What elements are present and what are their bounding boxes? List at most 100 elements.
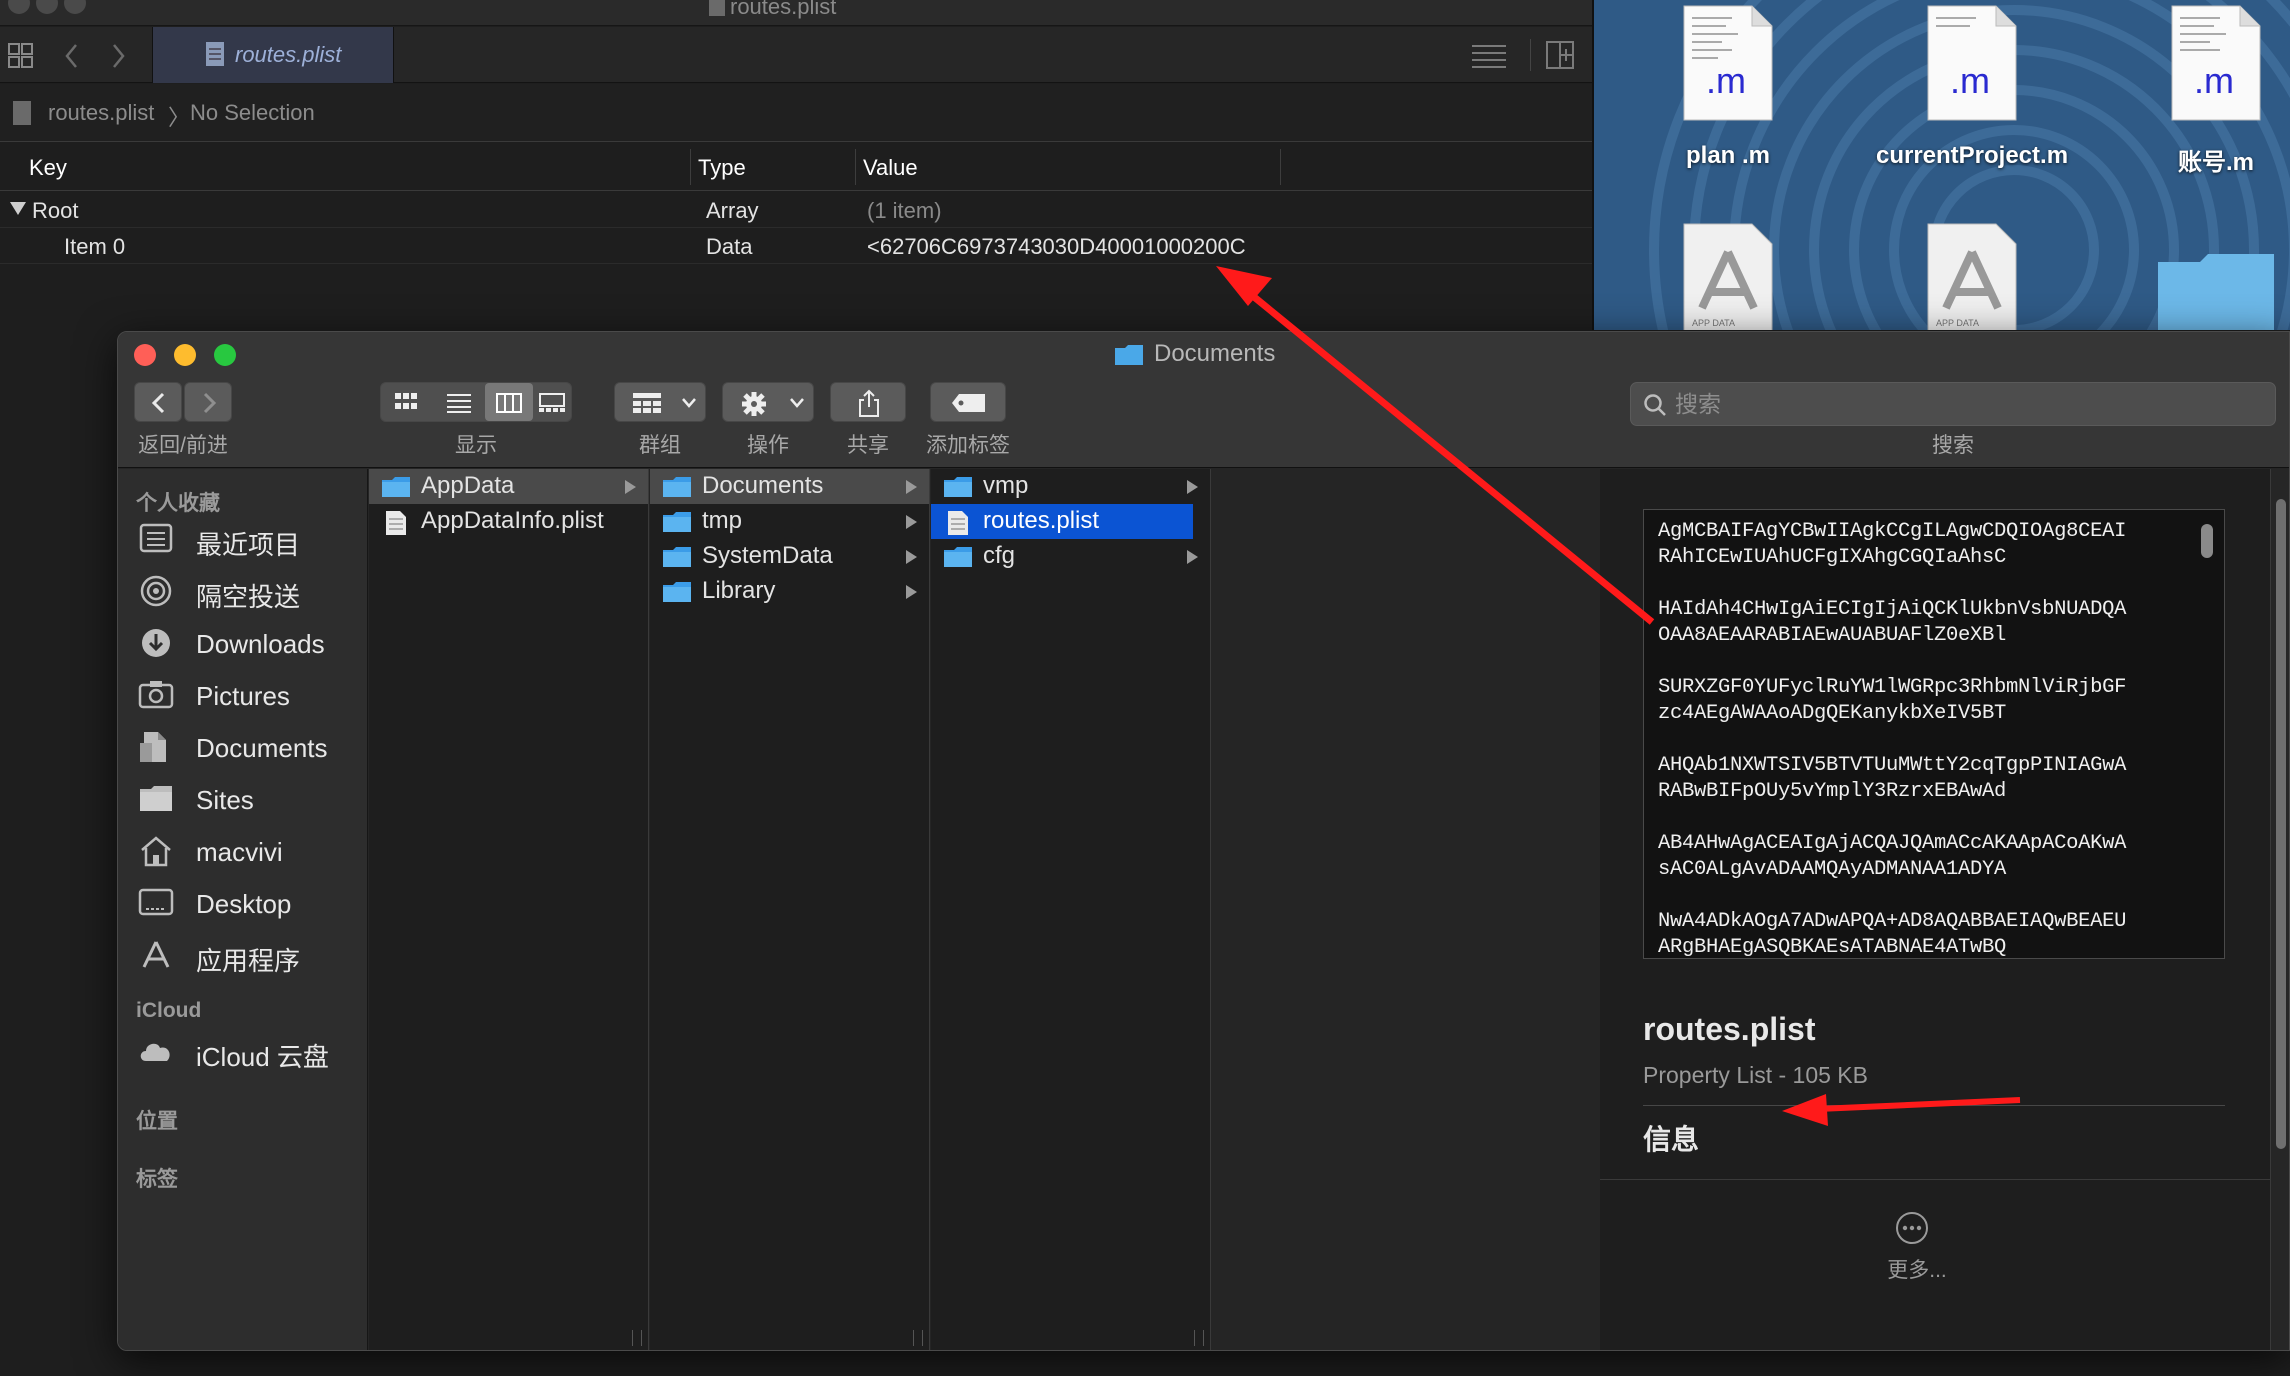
more-label[interactable]: 更多...: [1862, 1254, 1972, 1284]
tab-routes-plist[interactable]: routes.plist: [152, 27, 394, 83]
jump-file[interactable]: routes.plist: [48, 100, 154, 126]
desktop-file-account[interactable]: .m: [2170, 4, 2262, 122]
sidebar-item-recents[interactable]: 最近项目: [138, 517, 358, 561]
preview-line: zc4AEgAWAAoADgQEKanykbXeIV5BT: [1658, 702, 2007, 725]
sidebar-item-airdrop[interactable]: 隔空投送: [138, 569, 358, 613]
list-item-library[interactable]: Library: [650, 574, 929, 609]
preview-scrollbar[interactable]: [2201, 524, 2213, 558]
sidebar-item-downloads[interactable]: Downloads: [138, 621, 358, 665]
forward-icon[interactable]: [110, 43, 126, 69]
list-item-appdatainfo[interactable]: AppDataInfo.plist: [369, 504, 648, 539]
desktop-app-data-1[interactable]: APP DATA: [1682, 222, 1774, 330]
sidebar-item-documents[interactable]: Documents: [138, 725, 358, 769]
column-resize-handle[interactable]: [913, 1330, 923, 1346]
add-editor-icon[interactable]: [1546, 41, 1574, 69]
plist-file-icon: [709, 0, 725, 16]
preview-file-name: routes.plist: [1643, 1011, 1816, 1047]
sidebar-item-pictures[interactable]: Pictures: [138, 673, 358, 717]
group-button[interactable]: [614, 382, 706, 422]
minimize-button[interactable]: [174, 344, 196, 366]
key-header[interactable]: Key: [29, 155, 67, 181]
minimize-dot[interactable]: [36, 0, 58, 14]
preview-vertical-scrollbar[interactable]: [2270, 469, 2289, 1350]
app-data-icon: [1927, 223, 2017, 330]
list-item-cfg[interactable]: cfg: [931, 539, 1210, 574]
close-dot[interactable]: [8, 0, 30, 14]
list-item-vmp[interactable]: vmp: [931, 469, 1210, 504]
desktop-file-label[interactable]: 账号.m: [2106, 142, 2290, 177]
preview-line: OAA8AEAARABIAEwAUABUAFlZ0eXBl: [1658, 624, 2007, 647]
view-label: 显示: [455, 434, 497, 457]
forward-button[interactable]: [184, 382, 232, 422]
sidebar-item-label: 最近项目: [196, 530, 301, 560]
disclosure-arrow-icon: [906, 515, 917, 529]
lines-icon[interactable]: [1472, 43, 1508, 69]
action-label: 操作: [747, 434, 789, 457]
desktop-file-label[interactable]: currentProject.m: [1862, 142, 2082, 170]
xcode-tab-bar: routes.plist: [0, 27, 1594, 83]
item-name: routes.plist: [983, 507, 1100, 534]
value-header[interactable]: Value: [863, 155, 918, 181]
list-item-routes-plist[interactable]: routes.plist: [931, 504, 1193, 539]
app-data-icon: [1683, 223, 1773, 330]
close-button[interactable]: [134, 344, 156, 366]
grid-icon[interactable]: [8, 43, 34, 69]
desktop-background: .m plan .m .m currentProject.m .m 账号.m A…: [1594, 0, 2290, 330]
desktop-app-data-2[interactable]: APP DATA: [1926, 222, 2018, 330]
disclosure-triangle-icon[interactable]: [10, 202, 26, 216]
chevron-left-icon: [151, 392, 165, 414]
list-item-appdata[interactable]: AppData: [369, 469, 648, 504]
plist-row-root[interactable]: Root Array (1 item): [0, 192, 1594, 228]
row-key: Item 0: [64, 234, 126, 259]
tag-icon: [952, 394, 985, 412]
action-button[interactable]: [722, 382, 814, 422]
sidebar-item-applications[interactable]: 应用程序: [138, 933, 358, 977]
sidebar-item-sites[interactable]: Sites: [138, 777, 358, 821]
list-item-systemdata[interactable]: SystemData: [650, 539, 929, 574]
plist-row-item0[interactable]: Item 0 Data <62706C6973743030D4000100020…: [0, 228, 1594, 264]
finder-toolbar: Documents 返回/前进 显示 群组 操作 共享 添加标签 搜索 搜索: [118, 332, 2289, 468]
list-view-icon[interactable]: [447, 393, 471, 413]
sidebar-item-icloud-drive[interactable]: iCloud 云盘: [138, 1029, 358, 1073]
add-tag-button[interactable]: [930, 382, 1006, 422]
row-value: <62706C6973743030D40001000200C: [867, 234, 1246, 259]
file-ext: .m: [2194, 60, 2234, 101]
preview-line: AB4AHwAgACEAIgAjACQAJQAmACcAKAApACoAKwA: [1658, 832, 2127, 855]
column-resize-handle[interactable]: [632, 1330, 642, 1346]
jump-selection[interactable]: No Selection: [190, 100, 315, 126]
sidebar-item-home[interactable]: macvivi: [138, 829, 358, 873]
icon-view-icon[interactable]: [395, 393, 417, 413]
disclosure-arrow-icon: [906, 585, 917, 599]
gallery-view-icon[interactable]: [539, 393, 565, 413]
share-button[interactable]: [830, 382, 906, 422]
folder-icon: [382, 477, 410, 497]
applications-icon: [142, 941, 170, 968]
preview-pane: AgMCBAIFAgYCBwIIAgkCCgILAgwCDQIOAg8CEAI …: [1600, 469, 2289, 1350]
type-header[interactable]: Type: [698, 155, 746, 181]
disclosure-arrow-icon: [906, 550, 917, 564]
plist-file-icon: [386, 511, 406, 535]
column-resize-handle[interactable]: [1194, 1330, 1204, 1346]
chevron-down-icon: [682, 398, 696, 408]
desktop-file-currentproject[interactable]: .m: [1926, 4, 2018, 122]
file-content-preview[interactable]: AgMCBAIFAgYCBwIIAgkCCgILAgwCDQIOAg8CEAI …: [1643, 509, 2225, 959]
back-button[interactable]: [134, 382, 182, 422]
sidebar-item-desktop[interactable]: Desktop: [138, 881, 358, 925]
preview-line: AHQAb1NXWTSIV5BTVTUuMWttY2cqTgpPINIAGwA: [1658, 754, 2127, 777]
desktop-file-label[interactable]: plan .m: [1618, 142, 1838, 170]
row-type: Data: [706, 234, 753, 259]
zoom-dot[interactable]: [64, 0, 86, 14]
list-item-documents[interactable]: Documents: [650, 469, 929, 504]
share-label: 共享: [847, 434, 889, 457]
more-icon[interactable]: [1895, 1211, 1929, 1245]
search-field[interactable]: [1630, 382, 2276, 426]
column-view-selected[interactable]: [485, 383, 533, 421]
back-icon[interactable]: [64, 43, 80, 69]
list-item-tmp[interactable]: tmp: [650, 504, 929, 539]
desktop-folder-icon[interactable]: [2156, 252, 2276, 330]
plist-column-header: Key Type Value: [0, 143, 1594, 191]
desktop-file-plan[interactable]: .m: [1682, 4, 1774, 122]
zoom-button[interactable]: [214, 344, 236, 366]
search-input[interactable]: [1675, 389, 2235, 419]
info-heading[interactable]: 信息: [1643, 1118, 1699, 1158]
